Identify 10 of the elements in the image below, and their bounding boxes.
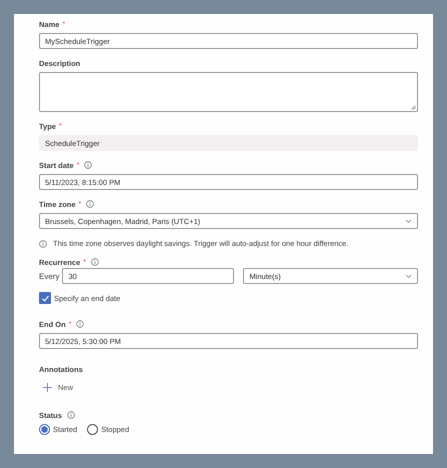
- resize-grip-icon: [411, 105, 416, 110]
- every-label: Every: [39, 272, 60, 280]
- plus-icon: [43, 383, 52, 392]
- chevron-down-icon: [405, 218, 412, 224]
- info-icon: [39, 240, 47, 248]
- radio-button[interactable]: [87, 424, 98, 435]
- radio-button[interactable]: [39, 424, 50, 435]
- text-area[interactable]: [39, 72, 418, 112]
- chevron-down-icon: [405, 274, 412, 278]
- checkbox[interactable]: [39, 292, 51, 304]
